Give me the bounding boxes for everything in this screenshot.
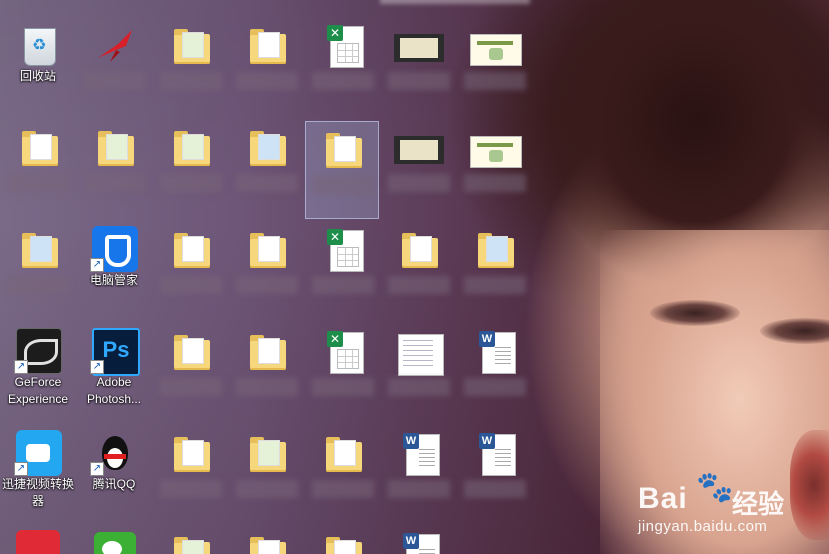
blurred-label [464, 72, 526, 90]
blurred-label [160, 174, 222, 192]
recycle-bin-label: 回收站 [19, 69, 56, 83]
folder-icon[interactable] [154, 526, 226, 554]
blurred-label [8, 276, 70, 294]
blurred-label [464, 174, 526, 192]
watermark-logo: Bai [638, 482, 688, 515]
blurred-label [388, 378, 450, 396]
folder-icon[interactable] [2, 222, 74, 318]
presentation-file-icon[interactable] [458, 18, 530, 114]
folder-icon[interactable] [230, 222, 302, 318]
blurred-label [236, 480, 298, 498]
wechat-icon[interactable] [78, 526, 150, 554]
shortcut-arrow-icon: ↗ [14, 360, 28, 374]
qq-icon[interactable]: ↗ 腾讯QQ [78, 426, 150, 522]
blurred-label [464, 480, 526, 498]
text-file-icon[interactable] [382, 324, 454, 420]
blurred-label [84, 72, 146, 90]
pc-manager-label: 电脑管家 [89, 273, 138, 287]
video-file-icon[interactable] [382, 120, 454, 216]
folder-icon[interactable] [154, 222, 226, 318]
blurred-label [388, 276, 450, 294]
watermark-name: 经验 [732, 489, 785, 519]
blurred-label [388, 72, 450, 90]
blurred-label [312, 276, 374, 294]
folder-icon[interactable] [230, 426, 302, 522]
qq-label: 腾讯QQ [92, 477, 136, 491]
geforce-label: GeForce Experience [7, 375, 69, 406]
shortcut-arrow-icon: ↗ [90, 462, 104, 476]
blurred-label [236, 72, 298, 90]
folder-icon[interactable] [230, 18, 302, 114]
blurred-label [236, 276, 298, 294]
blurred-label [160, 378, 222, 396]
watermark-url: jingyan.baidu.com [638, 518, 768, 535]
wallpaper-eye-left [650, 300, 740, 326]
word-file-icon[interactable]: W [382, 426, 454, 522]
folder-icon[interactable] [78, 120, 150, 216]
word-file-icon[interactable]: W [458, 324, 530, 420]
blurred-label [312, 72, 374, 90]
folder-icon[interactable] [230, 526, 302, 554]
blurred-label [388, 480, 450, 498]
folder-icon[interactable] [154, 120, 226, 216]
folder-icon[interactable] [154, 18, 226, 114]
folder-icon[interactable] [382, 222, 454, 318]
blurred-label [388, 174, 450, 192]
folder-icon[interactable] [230, 324, 302, 420]
excel-file-icon[interactable]: ✕ [306, 324, 378, 420]
blurred-label [84, 174, 146, 192]
folder-icon[interactable] [2, 120, 74, 216]
desktop-app-icon[interactable] [78, 18, 150, 114]
red-app-icon[interactable] [2, 526, 74, 554]
blurred-label [312, 480, 374, 498]
blurred-label [236, 174, 298, 192]
photoshop-icon[interactable]: Ps ↗ Adobe Photosh... [78, 324, 150, 420]
blurred-label [380, 0, 530, 4]
blurred-label [160, 276, 222, 294]
video-file-icon[interactable] [382, 18, 454, 114]
blurred-label [464, 378, 526, 396]
folder-icon[interactable] [154, 324, 226, 420]
xunjie-label: 迅捷视频转换器 [2, 477, 75, 508]
word-file-icon[interactable]: W [458, 426, 530, 522]
geforce-experience-icon[interactable]: ↗ GeForce Experience [2, 324, 74, 420]
photoshop-label: Adobe Photosh... [86, 375, 142, 406]
folder-icon[interactable] [154, 426, 226, 522]
shortcut-arrow-icon: ↗ [90, 258, 104, 272]
recycle-bin-glyph-icon [24, 28, 56, 66]
blurred-label [236, 378, 298, 396]
presentation-file-icon[interactable] [458, 120, 530, 216]
pc-manager-icon[interactable]: ↗ 电脑管家 [78, 222, 150, 318]
baidu-paw-icon: 🐾 [696, 470, 734, 505]
recycle-bin-icon[interactable]: 回收站 [2, 18, 74, 114]
blurred-label [312, 176, 374, 194]
blurred-label [8, 174, 70, 192]
xunjie-video-converter-icon[interactable]: ↗ 迅捷视频转换器 [2, 426, 74, 522]
blurred-label [464, 276, 526, 294]
folder-icon-selected[interactable] [305, 121, 379, 219]
folder-icon[interactable] [306, 526, 378, 554]
excel-file-icon[interactable]: ✕ [306, 18, 378, 114]
blurred-label [160, 72, 222, 90]
blurred-label [312, 378, 374, 396]
baidu-jingyan-watermark: Bai 🐾 经验 jingyan.baidu.com [600, 470, 829, 554]
folder-icon[interactable] [306, 426, 378, 522]
folder-icon[interactable] [230, 120, 302, 216]
shortcut-arrow-icon: ↗ [14, 462, 28, 476]
folder-icon[interactable] [458, 222, 530, 318]
blurred-label [160, 480, 222, 498]
excel-file-icon[interactable]: ✕ [306, 222, 378, 318]
word-file-icon[interactable]: W [382, 526, 454, 554]
red-bird-icon [98, 30, 132, 62]
shortcut-arrow-icon: ↗ [90, 360, 104, 374]
